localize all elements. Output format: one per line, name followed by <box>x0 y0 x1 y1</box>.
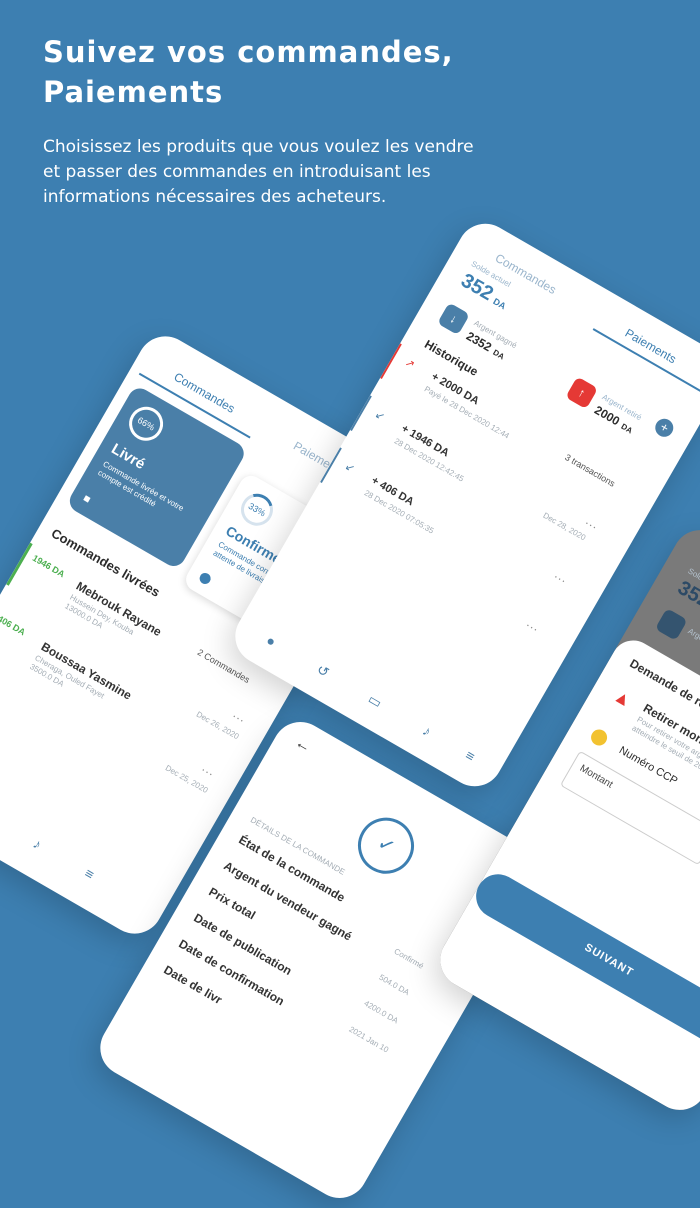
history-accent-bar <box>350 395 372 431</box>
detail-value: Confirmé <box>392 946 426 971</box>
arrow-up-icon: ↗ <box>402 356 417 372</box>
tab-commandes[interactable]: Commandes <box>171 370 237 416</box>
warning-icon: ▲ <box>610 684 636 712</box>
detail-label: Date de confirmation <box>176 936 287 1009</box>
arrow-up-icon: ↑ <box>565 376 599 410</box>
arrow-down-icon: ↓ <box>437 302 470 336</box>
settings-icon[interactable]: ≡ <box>80 864 99 883</box>
detail-value: 2021 Jan 10 <box>347 1024 391 1055</box>
bell-icon[interactable]: ♪ <box>28 834 47 853</box>
arrow-down-icon: ↙ <box>372 408 387 424</box>
settings-icon[interactable]: ≡ <box>461 746 480 765</box>
bell-icon[interactable]: ♪ <box>417 721 436 740</box>
truck-icon: ■ <box>80 492 93 507</box>
retire-unit: DA <box>619 421 635 436</box>
history-icon[interactable]: ↺ <box>314 661 333 681</box>
gagne-label: Argent gagné <box>686 626 700 659</box>
shop-icon[interactable]: ▭ <box>365 691 384 711</box>
history-accent-bar <box>380 343 402 380</box>
detail-value: 504.0 DA <box>377 972 411 998</box>
back-arrow-icon[interactable]: ← <box>291 734 314 758</box>
solde-amount: 352 <box>673 576 700 613</box>
montant-input[interactable]: Montant <box>559 750 700 866</box>
detail-value: 4200.0 DA <box>362 998 400 1026</box>
order-accent-bar <box>6 542 33 586</box>
headline-line-2: Paiements <box>43 75 224 109</box>
progress-ring-confirme: 33% <box>235 487 279 532</box>
card-livre-desc: Commande livrée et votre compte est créd… <box>96 459 186 514</box>
check-circle-icon: ✓ <box>347 807 425 884</box>
detail-label: Date de publication <box>191 910 295 979</box>
page-headline: Suivez vos commandes, Paiements <box>43 32 643 112</box>
page-description: Choisissez les produits que vous voulez … <box>43 135 543 210</box>
suivant-button[interactable]: SUIVANT <box>468 866 700 1055</box>
order-amount: 406 DA <box>0 613 28 638</box>
profile-icon[interactable]: ● <box>262 631 281 650</box>
headline-line-1: Suivez vos commandes, <box>43 35 454 69</box>
solde-unit: DA <box>491 296 508 312</box>
arrow-down-icon <box>654 608 688 641</box>
post-logo-icon <box>588 726 611 749</box>
description-line-2: et passer des commandes en introduisant … <box>43 162 431 182</box>
plus-button[interactable]: + <box>651 415 677 441</box>
description-line-1: Choisissez les produits que vous voulez … <box>43 137 474 157</box>
history-more-button[interactable]: ... <box>553 567 571 586</box>
detail-label: Prix total <box>206 884 258 923</box>
arrow-down-icon: ↙ <box>342 460 357 476</box>
order-amount: 1946 DA <box>30 552 67 580</box>
progress-ring-livre: 66% <box>122 400 170 447</box>
history-date: Dec 28, 2020 <box>541 510 588 543</box>
gagne-unit: DA <box>491 347 506 362</box>
check-icon <box>197 570 213 587</box>
description-line-3: informations nécessaires des acheteurs. <box>43 187 387 207</box>
